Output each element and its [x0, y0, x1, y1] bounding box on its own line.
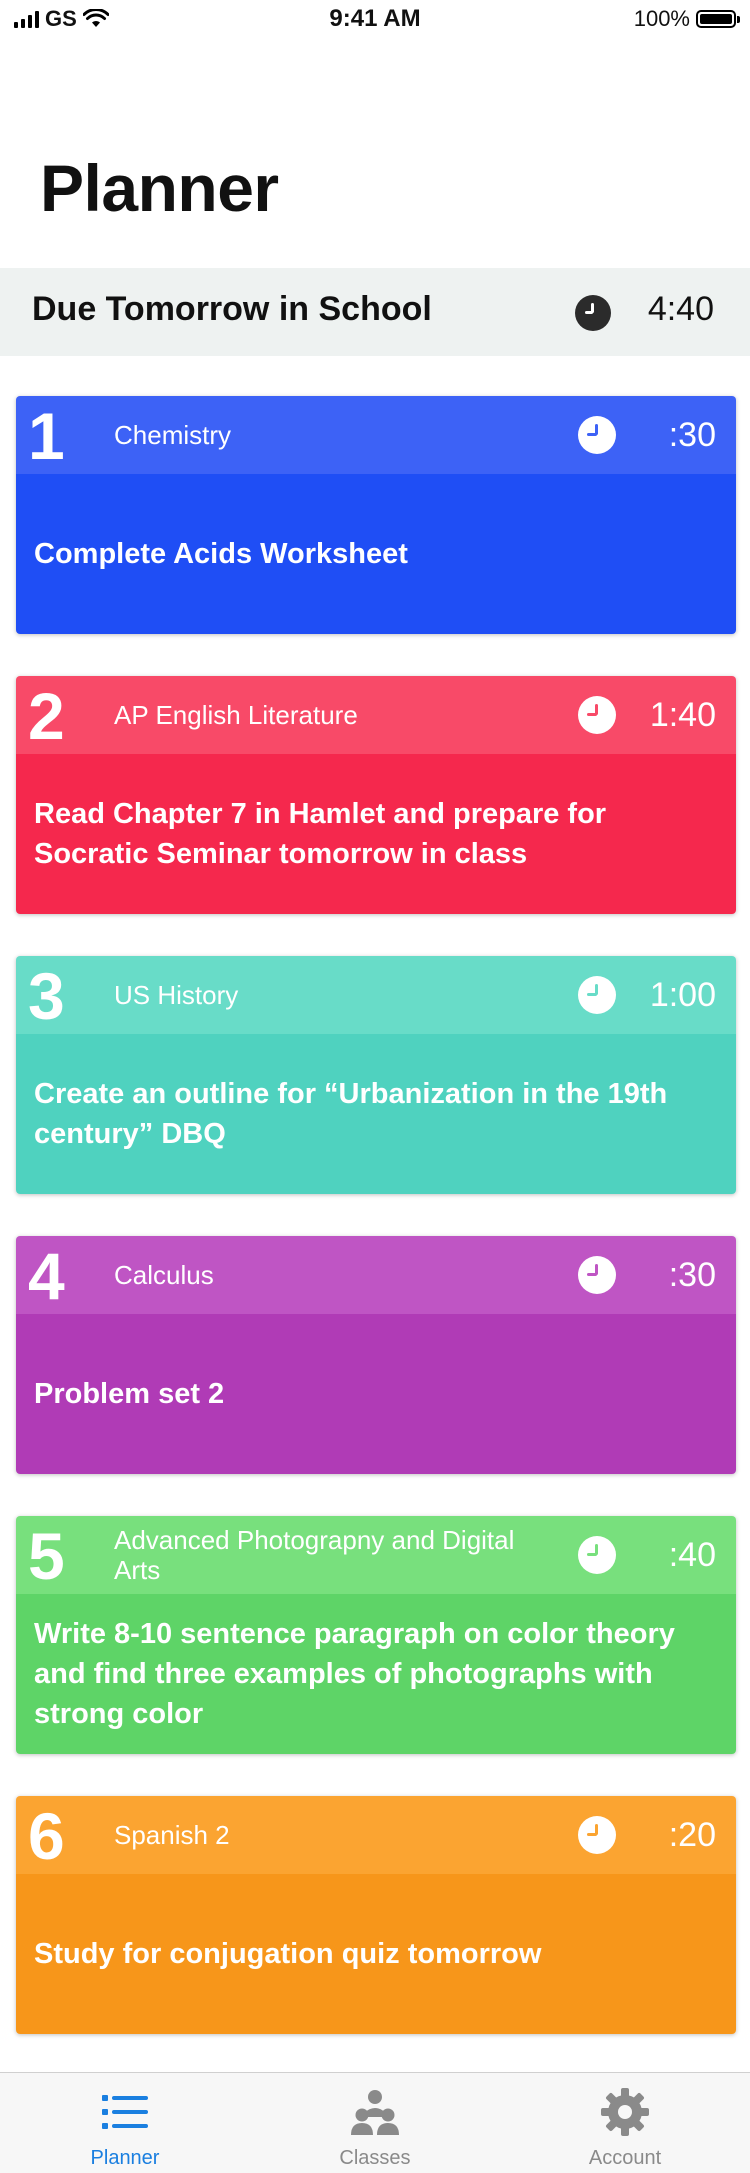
task-description: Study for conjugation quiz tomorrow [34, 1938, 542, 1970]
assignment-card[interactable]: 5 Advanced Photograpny and Digital Arts … [16, 1516, 736, 1754]
clock-icon [575, 295, 611, 331]
status-bar: GS 9:41 AM 100% [0, 0, 750, 40]
class-name: Chemistry [114, 420, 232, 450]
tab-label: Account [588, 2147, 662, 2169]
clock-icon [578, 696, 616, 734]
period-number: 2 [28, 679, 65, 753]
clock-icon [578, 976, 616, 1014]
tab-classes[interactable]: Classes [250, 2073, 500, 2173]
list-icon [102, 2095, 148, 2129]
task-description: Problem set 2 [34, 1378, 225, 1410]
card-body: Create an outline for “Urbanization in t… [16, 1034, 736, 1194]
tab-label: Classes [339, 2147, 411, 2169]
period-number: 3 [28, 959, 65, 1033]
tab-bar: Planner Classes Account [0, 2072, 750, 2173]
due-summary-time: 4:40 [647, 290, 714, 328]
tab-label: Planner [90, 2147, 160, 2169]
battery-percent: 100% [633, 6, 690, 31]
card-header: 2 AP English Literature 1:40 [16, 676, 736, 754]
card-body: Write 8-10 sentence paragraph on color t… [16, 1594, 736, 1754]
assignment-card[interactable]: 1 Chemistry :30 Complete Acids Worksheet [16, 396, 736, 634]
card-header: 6 Spanish 2 :20 [16, 1796, 736, 1874]
time-estimate: :40 [668, 1535, 716, 1574]
clock-icon [578, 1536, 616, 1574]
card-header: 3 US History 1:00 [16, 956, 736, 1034]
card-header: 1 Chemistry :30 [16, 396, 736, 474]
status-right: 100% [633, 6, 740, 32]
time-estimate: :20 [668, 1815, 716, 1854]
class-name: Spanish 2 [114, 1820, 230, 1850]
card-body: Complete Acids Worksheet [16, 474, 736, 634]
task-description: Complete Acids Worksheet [34, 538, 408, 570]
period-number: 4 [28, 1239, 65, 1313]
time-estimate: :30 [668, 415, 716, 454]
assignment-card[interactable]: 2 AP English Literature 1:40 Read Chapte… [16, 676, 736, 914]
class-name: AP English Literature [114, 700, 358, 730]
assignment-card[interactable]: 4 Calculus :30 Problem set 2 [16, 1236, 736, 1474]
page-title: Planner [40, 151, 279, 225]
tab-planner[interactable]: Planner [0, 2073, 250, 2173]
task-description: Write 8-10 sentence paragraph on color t… [34, 1618, 675, 1730]
tab-account[interactable]: Account [500, 2073, 750, 2173]
clock-icon [578, 1816, 616, 1854]
class-name: Advanced Photograpny and Digital Arts [114, 1525, 515, 1585]
card-header: 4 Calculus :30 [16, 1236, 736, 1314]
time-estimate: :30 [668, 1255, 716, 1294]
period-number: 5 [28, 1519, 65, 1593]
card-body: Study for conjugation quiz tomorrow [16, 1874, 736, 2034]
card-body: Read Chapter 7 in Hamlet and prepare for… [16, 754, 736, 914]
due-summary-title: Due Tomorrow in School [32, 290, 432, 328]
card-body: Problem set 2 [16, 1314, 736, 1474]
task-description: Read Chapter 7 in Hamlet and prepare for… [34, 798, 607, 870]
period-number: 6 [28, 1799, 65, 1873]
people-icon [351, 2090, 399, 2135]
clock-icon [578, 1256, 616, 1294]
card-header: 5 Advanced Photograpny and Digital Arts … [16, 1516, 736, 1594]
due-summary-bar: Due Tomorrow in School 4:40 [0, 268, 750, 356]
task-description: Create an outline for “Urbanization in t… [34, 1078, 668, 1150]
time-estimate: 1:40 [649, 695, 716, 734]
clock-icon [578, 416, 616, 454]
class-name: Calculus [114, 1260, 214, 1290]
gear-icon [601, 2088, 649, 2136]
class-name: US History [114, 980, 239, 1010]
time-estimate: 1:00 [649, 975, 716, 1014]
assignment-card[interactable]: 6 Spanish 2 :20 Study for conjugation qu… [16, 1796, 736, 2034]
period-number: 1 [28, 399, 65, 473]
battery-icon [696, 10, 740, 28]
assignment-card[interactable]: 3 US History 1:00 Create an outline for … [16, 956, 736, 1194]
